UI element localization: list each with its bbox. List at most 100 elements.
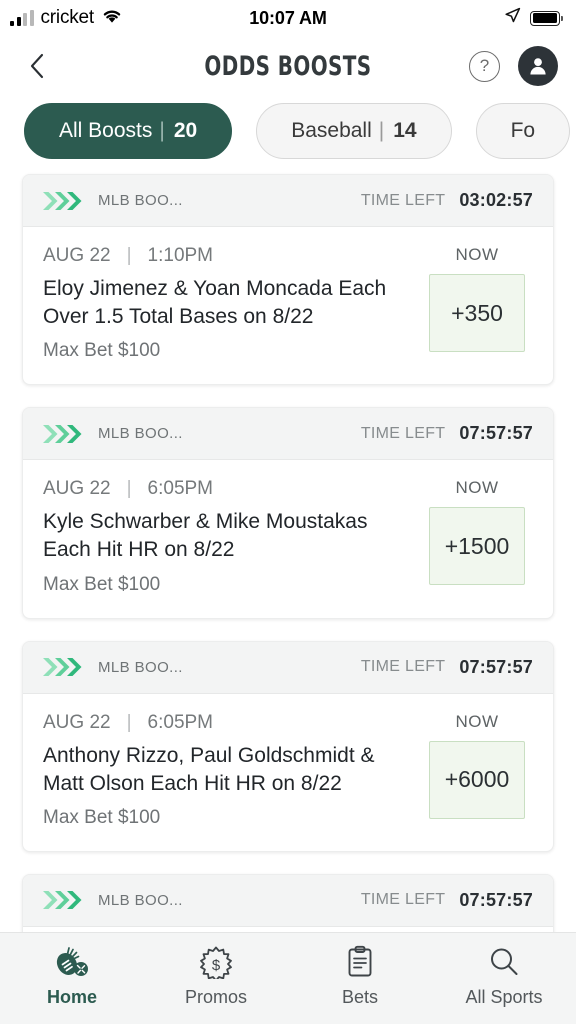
boost-event-date: AUG 22: [43, 245, 111, 266]
time-left-label: TIME LEFT: [360, 424, 446, 442]
time-left-label: TIME LEFT: [360, 658, 446, 675]
nav-item-bets[interactable]: Bets: [288, 943, 432, 1008]
boost-event-date: AUG 22: [43, 478, 111, 500]
odds-now-label: NOW: [455, 478, 499, 498]
magnifier-icon: [487, 943, 521, 981]
sport-filter-tabs[interactable]: All Boosts | 20 Baseball | 14 Fo: [0, 96, 576, 166]
odds-now-label: NOW: [455, 711, 499, 731]
odds-button[interactable]: +1500: [429, 507, 525, 586]
boost-league-label: MLB BOO...: [98, 658, 183, 676]
boost-league-label: MLB BOO...: [98, 192, 183, 209]
bottom-navigation-bar: Home $ Promos Bets All Sports: [0, 932, 576, 1024]
question-mark-icon[interactable]: ?: [469, 50, 500, 82]
nav-label: Home: [46, 987, 97, 1007]
meta-divider: |: [126, 711, 132, 733]
boost-league-label: MLB BOO...: [98, 891, 183, 909]
boost-max-bet: Max Bet $100: [43, 573, 161, 595]
boost-league-label: MLB BOO...: [98, 425, 183, 443]
boost-card-header: MLB BOO... TIME LEFT 07:57:57: [23, 408, 553, 461]
clipboard-icon: [345, 943, 375, 981]
odds-button[interactable]: +350: [429, 274, 525, 352]
boost-event-date: AUG 22: [43, 711, 111, 733]
triple-chevron-boost-icon: [41, 889, 87, 911]
chevron-left-icon: [30, 53, 44, 79]
boost-event-time: 1:10PM: [147, 245, 214, 266]
odds-button[interactable]: +6000: [429, 740, 525, 819]
boost-odds-group: NOW +1500: [421, 478, 533, 595]
boost-card-main: AUG 22 | 1:10PM Eloy Jimenez & Yoan Monc…: [43, 245, 421, 362]
filter-pill-label: Baseball: [291, 119, 372, 142]
boost-event-time: 6:05PM: [147, 711, 214, 733]
sports-balls-icon: [53, 943, 91, 981]
boost-card[interactable]: MLB BOO... TIME LEFT 07:57:57: [22, 873, 554, 932]
boost-card-header: MLB BOO... TIME LEFT 07:57:57: [23, 641, 553, 694]
nav-item-all-sports[interactable]: All Sports: [432, 943, 576, 1008]
status-bar-clock: 10:07 AM: [249, 7, 327, 28]
boost-card-main: AUG 22 | 6:05PM Anthony Rizzo, Paul Gold…: [43, 712, 421, 829]
boost-event-meta: AUG 22 | 6:05PM: [43, 478, 407, 500]
nav-label: Bets: [341, 987, 379, 1007]
time-left-group: TIME LEFT 07:57:57: [361, 423, 533, 444]
boost-card-header: MLB BOO... TIME LEFT 03:02:57: [23, 175, 553, 227]
svg-text:$: $: [212, 957, 221, 974]
boost-card-body: AUG 22 | 6:05PM Anthony Rizzo, Paul Gold…: [23, 694, 553, 851]
nav-item-home[interactable]: Home: [0, 943, 144, 1008]
battery-full-icon: [530, 10, 563, 26]
odds-boosts-screen: cricket 10:07 AM ODDS BOOSTS ? All Boost…: [0, 0, 576, 1024]
triple-chevron-boost-icon: [41, 423, 87, 445]
time-left-label: TIME LEFT: [360, 891, 446, 909]
boost-event-time: 6:05PM: [147, 478, 214, 500]
boost-card[interactable]: MLB BOO... TIME LEFT 07:57:57 AUG 22 | 6…: [22, 407, 554, 619]
filter-pill-football[interactable]: Fo: [475, 103, 571, 159]
filter-pill-count: 20: [173, 119, 198, 142]
status-bar-right: [504, 7, 563, 29]
filter-pill-count: 14: [393, 119, 417, 142]
meta-divider: |: [126, 245, 132, 266]
dollar-starburst-icon: $: [198, 943, 234, 981]
nav-label: All Sports: [465, 987, 543, 1007]
boost-card[interactable]: MLB BOO... TIME LEFT 07:57:57 AUG 22 | 6…: [22, 640, 554, 852]
page-title: ODDS BOOSTS: [204, 50, 372, 82]
boost-card[interactable]: MLB BOO... TIME LEFT 03:02:57 AUG 22 | 1…: [22, 174, 554, 386]
boost-title: Kyle Schwarber & Mike Moustakas Each Hit…: [43, 510, 368, 562]
filter-pill-baseball[interactable]: Baseball | 14: [256, 103, 452, 159]
boost-card-main: AUG 22 | 6:05PM Kyle Schwarber & Mike Mo…: [43, 478, 421, 595]
boost-event-meta: AUG 22 | 6:05PM: [43, 712, 407, 734]
odds-now-label: NOW: [455, 245, 499, 264]
filter-pill-all-boosts[interactable]: All Boosts | 20: [24, 103, 233, 159]
filter-pill-label: All Boosts: [59, 119, 153, 142]
time-left-value: 03:02:57: [459, 190, 533, 210]
boost-title: Eloy Jimenez & Yoan Moncada Each Over 1.…: [43, 277, 387, 329]
header-actions: ?: [469, 46, 558, 86]
filter-pill-separator: |: [159, 119, 165, 142]
nav-item-promos[interactable]: $ Promos: [144, 943, 288, 1008]
triple-chevron-boost-icon: [41, 190, 87, 212]
time-left-group: TIME LEFT 03:02:57: [361, 190, 533, 211]
boost-event-meta: AUG 22 | 1:10PM: [43, 245, 407, 267]
triple-chevron-boost-icon: [41, 656, 87, 678]
time-left-group: TIME LEFT 07:57:57: [361, 890, 533, 911]
boost-odds-group: NOW +350: [421, 245, 533, 362]
boost-title: Anthony Rizzo, Paul Goldschmidt & Matt O…: [43, 743, 375, 795]
boost-max-bet: Max Bet $100: [43, 340, 161, 362]
boost-card-body: AUG 22 | 1:10PM Eloy Jimenez & Yoan Monc…: [23, 227, 553, 384]
filter-pill-separator: |: [378, 119, 385, 142]
meta-divider: |: [126, 478, 132, 500]
user-avatar-icon[interactable]: [518, 46, 558, 86]
nav-label: Promos: [184, 987, 247, 1007]
back-button[interactable]: [20, 49, 54, 83]
boost-max-bet: Max Bet $100: [43, 806, 161, 828]
boost-card-header: MLB BOO... TIME LEFT 07:57:57: [23, 874, 553, 927]
time-left-group: TIME LEFT 07:57:57: [361, 657, 533, 678]
filter-pill-label: Fo: [510, 119, 536, 142]
app-header: ODDS BOOSTS ?: [0, 36, 576, 96]
boost-odds-group: NOW +6000: [421, 712, 533, 829]
time-left-value: 07:57:57: [459, 889, 533, 910]
location-arrow-icon: [504, 7, 521, 29]
boost-card-body: AUG 22 | 6:05PM Kyle Schwarber & Mike Mo…: [23, 460, 553, 617]
boost-card-list[interactable]: MLB BOO... TIME LEFT 03:02:57 AUG 22 | 1…: [0, 166, 576, 932]
time-left-value: 07:57:57: [459, 423, 533, 444]
time-left-value: 07:57:57: [459, 656, 533, 677]
time-left-label: TIME LEFT: [360, 191, 446, 209]
status-bar: cricket 10:07 AM: [0, 0, 576, 36]
